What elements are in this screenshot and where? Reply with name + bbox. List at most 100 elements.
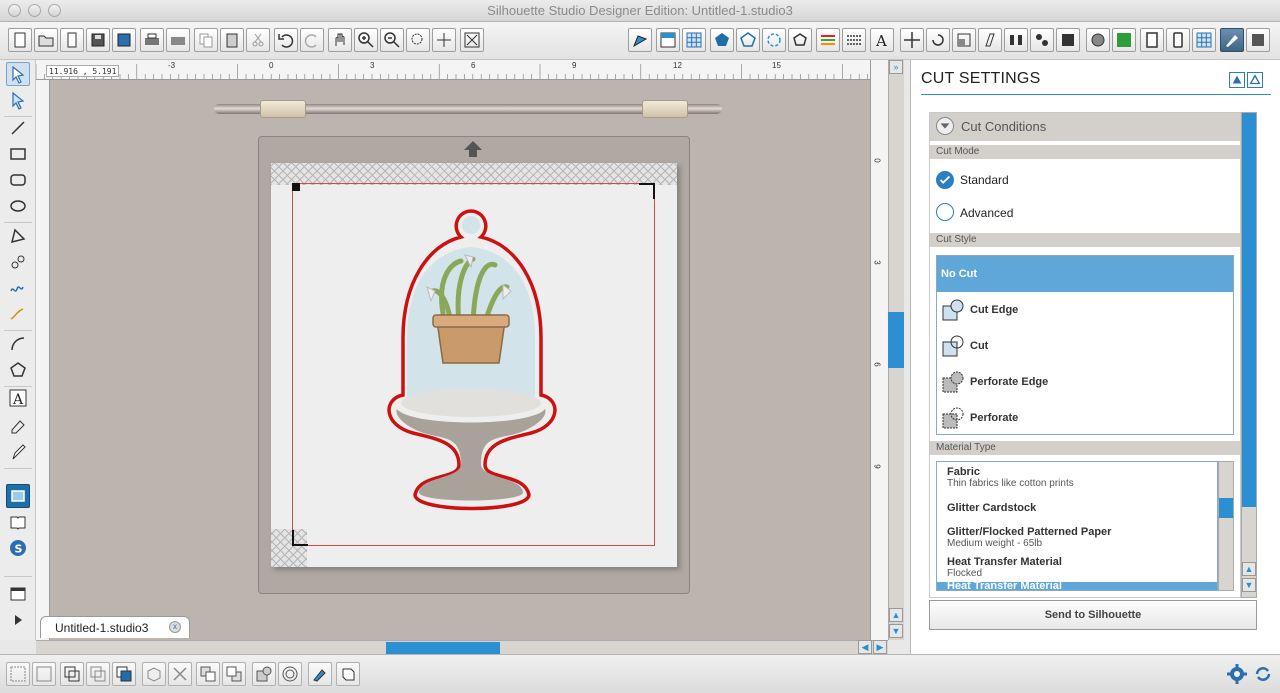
transform-button[interactable] — [900, 28, 924, 52]
send-to-silhouette-button[interactable]: Send to Silhouette — [929, 600, 1257, 630]
standard-mode-label[interactable]: Standard — [960, 173, 1009, 187]
line-style-button[interactable] — [816, 28, 840, 52]
modify-button[interactable] — [1056, 28, 1080, 52]
fill-pattern-button[interactable] — [736, 28, 760, 52]
select-tool[interactable] — [6, 62, 30, 86]
registration-button[interactable] — [656, 28, 680, 52]
document-tab[interactable]: Untitled-1.studio3 x — [40, 616, 190, 638]
scroll-right-arrow[interactable]: ▶ — [873, 640, 887, 654]
library-grid-button[interactable] — [1192, 28, 1216, 52]
cut-style-cut-edge[interactable]: Cut Edge — [937, 292, 1233, 328]
arc-tool[interactable] — [6, 332, 30, 356]
expand-panel-button[interactable] — [6, 608, 30, 632]
panel-vertical-scroll-thumb[interactable] — [1242, 113, 1256, 507]
duplicate-button[interactable] — [142, 662, 166, 686]
panel-scroll-up-arrow[interactable]: ▲ — [1242, 562, 1256, 576]
material-list-scroll-thumb[interactable] — [1219, 498, 1233, 518]
weld-button[interactable] — [252, 662, 276, 686]
align-button[interactable] — [1004, 28, 1028, 52]
point-edit-tool[interactable] — [6, 88, 30, 112]
replicate-button[interactable] — [1030, 28, 1054, 52]
offset-tool-button[interactable] — [278, 662, 302, 686]
zoom-out-button[interactable] — [380, 28, 404, 52]
redo-button[interactable] — [300, 28, 324, 52]
cut-settings-button[interactable] — [1220, 28, 1244, 52]
zoom-select-button[interactable] — [406, 28, 430, 52]
pan-button[interactable] — [328, 28, 352, 52]
print-button[interactable] — [140, 28, 164, 52]
paste-button[interactable] — [220, 28, 244, 52]
panel-expand-button[interactable] — [1229, 72, 1245, 88]
collapse-section-icon[interactable] — [936, 117, 954, 135]
freehand-tool[interactable] — [6, 276, 30, 300]
new-file-button[interactable] — [8, 28, 32, 52]
scroll-left-arrow[interactable]: ◀ — [858, 640, 872, 654]
canvas-vertical-scroll-thumb[interactable] — [888, 312, 904, 368]
page-settings-button[interactable] — [628, 28, 652, 52]
panel-vertical-scrollbar[interactable] — [1241, 112, 1257, 598]
window-view-button[interactable] — [6, 582, 30, 606]
curve-tool[interactable] — [6, 250, 30, 274]
standard-mode-radio[interactable] — [936, 171, 954, 189]
cut-style-cut[interactable]: Cut — [937, 328, 1233, 364]
layers-panel-button[interactable] — [336, 662, 360, 686]
shear-button[interactable] — [978, 28, 1002, 52]
make-compound-button[interactable] — [60, 662, 84, 686]
cut-style-perforate-edge[interactable]: Perforate Edge — [937, 364, 1233, 400]
cut-conditions-header[interactable]: Cut Conditions — [930, 113, 1240, 141]
store-button[interactable] — [1166, 28, 1190, 52]
grid-settings-button[interactable] — [682, 28, 706, 52]
canvas-horizontal-scroll-thumb[interactable] — [386, 642, 500, 654]
line-weight-button[interactable] — [842, 28, 866, 52]
cut-style-perforate[interactable]: Perforate — [937, 400, 1233, 436]
design-page-view[interactable] — [6, 484, 30, 508]
material-item-glitter-flocked-paper[interactable]: Glitter/Flocked Patterned Paper Medium w… — [937, 522, 1217, 552]
group-button[interactable] — [6, 662, 30, 686]
online-store-view[interactable]: S — [6, 536, 30, 560]
zoom-in-button[interactable] — [354, 28, 378, 52]
print-cut-button[interactable] — [166, 28, 190, 52]
knife-tool[interactable] — [6, 440, 30, 464]
save-button[interactable] — [86, 28, 110, 52]
library-view[interactable] — [6, 510, 30, 534]
send-panel-button[interactable] — [1246, 28, 1270, 52]
material-item-heat-transfer-flocked[interactable]: Heat Transfer Material Flocked — [937, 552, 1217, 582]
rectangle-tool[interactable] — [6, 142, 30, 166]
delete-button[interactable] — [168, 662, 192, 686]
open-file-button[interactable] — [34, 28, 58, 52]
eraser-tool[interactable] — [6, 414, 30, 438]
panel-scroll-down-arrow[interactable]: ▼ — [1242, 578, 1256, 592]
offset-button[interactable] — [1086, 28, 1110, 52]
settings-gear-icon[interactable] — [1226, 663, 1248, 685]
trace-button[interactable] — [1112, 28, 1136, 52]
scroll-down-arrow[interactable]: ▼ — [889, 624, 903, 638]
polygon-tool[interactable] — [6, 224, 30, 248]
bring-forward-button[interactable] — [112, 662, 136, 686]
undo-button[interactable] — [274, 28, 298, 52]
scale-button[interactable] — [952, 28, 976, 52]
scroll-up-arrow[interactable]: ▲ — [889, 608, 903, 622]
trace-tool-button[interactable] — [308, 662, 332, 686]
material-item-heat-transfer-selected[interactable]: Heat Transfer Material — [937, 580, 1217, 590]
text-tool[interactable]: A — [6, 386, 30, 410]
design-canvas[interactable] — [50, 80, 870, 640]
fit-to-window-button[interactable] — [460, 28, 484, 52]
fill-color-button[interactable] — [710, 28, 734, 52]
open-library-button[interactable] — [60, 28, 84, 52]
design-page[interactable] — [271, 163, 677, 567]
ungroup-button[interactable] — [32, 662, 56, 686]
text-style-button[interactable]: A — [870, 28, 894, 52]
line-tool[interactable] — [6, 116, 30, 140]
canvas-horizontal-scrollbar[interactable] — [36, 640, 888, 654]
save-to-library-button[interactable] — [112, 28, 136, 52]
material-item-fabric[interactable]: Fabric Thin fabrics like cotton prints — [937, 462, 1217, 492]
advanced-mode-radio[interactable] — [936, 203, 954, 221]
release-compound-button[interactable] — [86, 662, 110, 686]
copy-button[interactable] — [194, 28, 218, 52]
collapse-panel-arrow[interactable]: » — [889, 60, 903, 74]
refresh-sync-icon[interactable] — [1252, 663, 1274, 685]
panel-collapse-button[interactable] — [1247, 72, 1263, 88]
rotate-button[interactable] — [926, 28, 950, 52]
cloche-design-artwork[interactable] — [381, 203, 561, 513]
send-to-back-button[interactable] — [222, 662, 246, 686]
